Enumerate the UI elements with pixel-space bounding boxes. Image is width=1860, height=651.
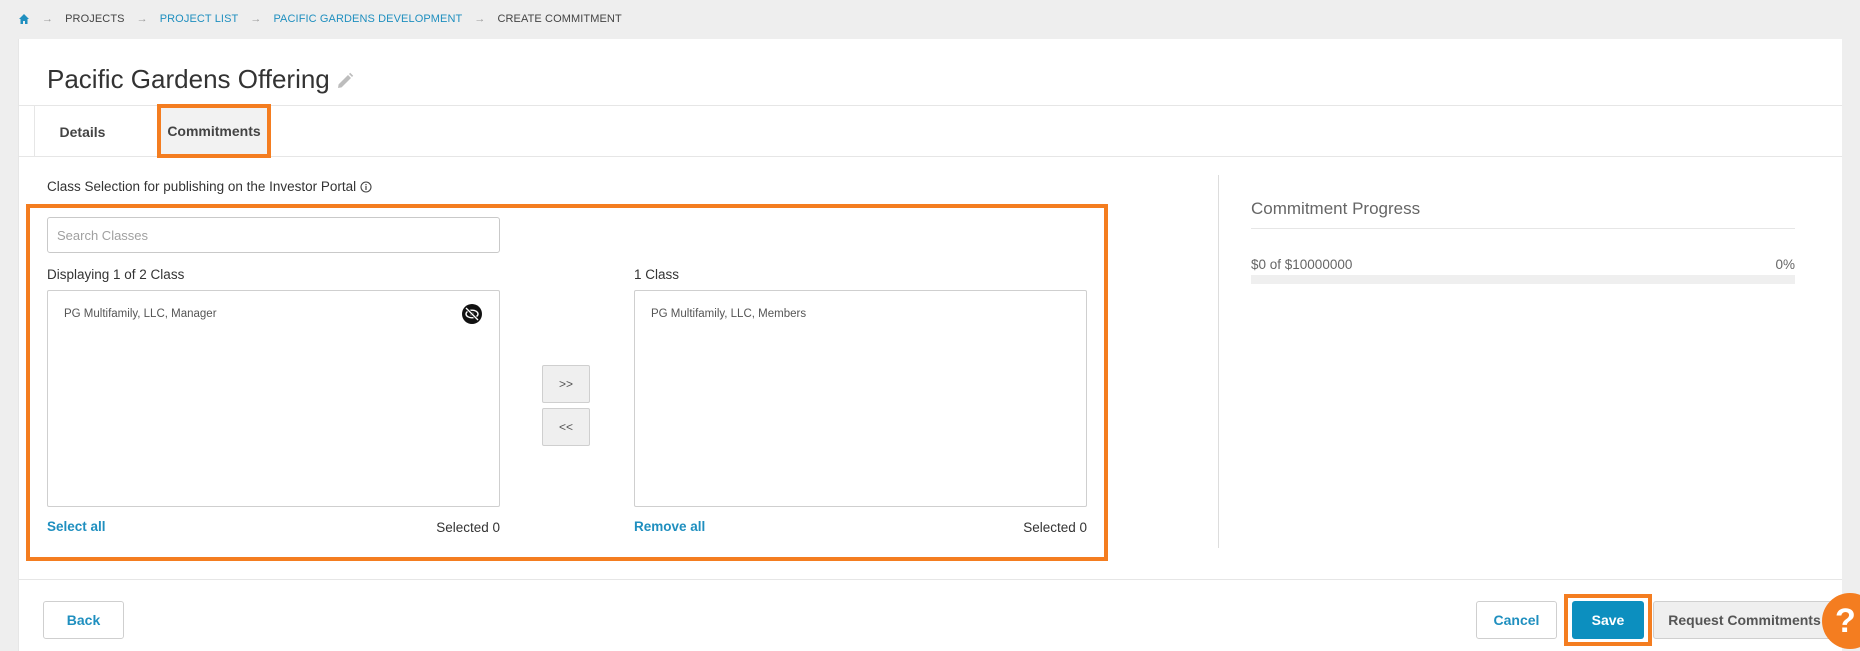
tab-bar: Details Commitments xyxy=(19,104,1842,158)
available-selected-count: Selected 0 xyxy=(436,520,500,535)
progress-percent: 0% xyxy=(1775,257,1795,272)
search-classes-input[interactable] xyxy=(47,217,500,253)
progress-amount: $0 of $10000000 xyxy=(1251,257,1353,272)
request-commitments-button[interactable]: Request Commitments xyxy=(1653,601,1836,639)
move-right-button[interactable]: >> xyxy=(542,365,590,403)
remove-all-link[interactable]: Remove all xyxy=(634,519,705,534)
tab-details[interactable]: Details xyxy=(34,106,130,157)
question-mark-icon: ? xyxy=(1835,601,1856,640)
cancel-button[interactable]: Cancel xyxy=(1476,601,1557,639)
tab-commitments[interactable]: Commitments xyxy=(157,104,271,158)
footer-divider xyxy=(19,579,1842,580)
info-icon[interactable] xyxy=(360,180,372,193)
column-divider xyxy=(1218,175,1219,548)
back-button[interactable]: Back xyxy=(43,601,124,639)
breadcrumb-projects: PROJECTS xyxy=(65,13,125,25)
chosen-classes-list[interactable]: PG Multifamily, LLC, Members xyxy=(634,290,1087,507)
move-left-button[interactable]: << xyxy=(542,408,590,446)
chosen-selected-count: Selected 0 xyxy=(1023,520,1087,535)
commitment-progress-title: Commitment Progress xyxy=(1251,199,1421,218)
available-classes-list[interactable]: PG Multifamily, LLC, Manager xyxy=(47,290,500,507)
breadcrumb-pacific-gardens[interactable]: PACIFIC GARDENS DEVELOPMENT xyxy=(273,13,462,25)
title-row: Pacific Gardens Offering xyxy=(47,59,354,99)
save-button[interactable]: Save xyxy=(1572,601,1644,639)
progress-bar xyxy=(1251,275,1795,284)
select-all-link[interactable]: Select all xyxy=(47,519,106,534)
breadcrumb-arrow-icon: → xyxy=(42,13,54,25)
breadcrumb-arrow-icon: → xyxy=(474,13,486,25)
breadcrumb-arrow-icon: → xyxy=(136,13,148,25)
home-icon[interactable] xyxy=(18,13,30,25)
class-selection-heading: Class Selection for publishing on the In… xyxy=(47,179,372,194)
breadcrumb: → PROJECTS → PROJECT LIST → PACIFIC GARD… xyxy=(18,12,622,26)
list-item[interactable]: PG Multifamily, LLC, Manager xyxy=(64,308,217,320)
breadcrumb-project-list[interactable]: PROJECT LIST xyxy=(160,13,239,25)
main-card: Pacific Gardens Offering Details Commitm… xyxy=(18,39,1842,651)
chosen-classes-caption: 1 Class xyxy=(634,267,680,282)
eye-off-icon[interactable] xyxy=(461,303,483,325)
breadcrumb-arrow-icon: → xyxy=(250,13,262,25)
page-title: Pacific Gardens Offering xyxy=(47,63,330,94)
list-item[interactable]: PG Multifamily, LLC, Members xyxy=(651,308,806,320)
class-selection-label: Class Selection for publishing on the In… xyxy=(47,179,357,194)
breadcrumb-create-commitment: CREATE COMMITMENT xyxy=(497,13,622,25)
progress-divider xyxy=(1251,228,1795,229)
pencil-icon[interactable] xyxy=(336,72,354,90)
available-classes-caption: Displaying 1 of 2 Class xyxy=(47,267,185,282)
